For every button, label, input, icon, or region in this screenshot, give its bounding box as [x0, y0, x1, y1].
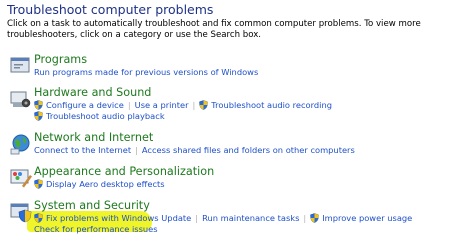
category-hardware-sound-title[interactable]: Hardware and Sound: [34, 86, 151, 99]
page-description: Click on a task to automatically trouble…: [7, 19, 421, 40]
shield-icon: [34, 100, 43, 110]
run-maintenance-tasks-link[interactable]: Run maintenance tasks: [202, 213, 299, 223]
system-security-icon: [10, 203, 32, 223]
programs-icon: [10, 57, 30, 73]
improve-power-usage-link[interactable]: Improve power usage: [322, 213, 412, 223]
shield-icon: [34, 111, 43, 121]
network-internet-icon: [10, 134, 30, 155]
shield-icon: [34, 179, 43, 189]
category-appearance-personalization-title[interactable]: Appearance and Personalization: [34, 165, 214, 178]
display-aero-effects-link[interactable]: Display Aero desktop effects: [46, 179, 165, 189]
separator: |: [303, 213, 307, 223]
shield-icon: [310, 213, 319, 223]
use-printer-link[interactable]: Use a printer: [135, 100, 189, 110]
run-programs-previous-windows-link[interactable]: Run programs made for previous versions …: [34, 67, 258, 77]
separator: |: [127, 100, 131, 110]
check-performance-issues-link[interactable]: Check for performance issues: [34, 224, 158, 234]
shield-icon: [199, 100, 209, 110]
connect-internet-link[interactable]: Connect to the Internet: [34, 145, 131, 155]
appearance-personalization-icon: [10, 169, 32, 188]
separator: |: [195, 213, 199, 223]
page-title: Troubleshoot computer problems: [7, 2, 214, 17]
category-system-security-title[interactable]: System and Security: [34, 199, 150, 212]
separator: |: [192, 100, 196, 110]
fix-windows-update-link[interactable]: Fix problems with Windows Update: [46, 213, 191, 223]
category-programs-title[interactable]: Programs: [34, 53, 87, 66]
category-network-internet-title[interactable]: Network and Internet: [34, 131, 153, 144]
troubleshoot-audio-playback-link[interactable]: Troubleshoot audio playback: [46, 111, 165, 121]
hardware-sound-icon: [10, 91, 31, 108]
troubleshoot-audio-recording-link[interactable]: Troubleshoot audio recording: [211, 100, 332, 110]
shield-icon: [34, 213, 43, 223]
configure-device-link[interactable]: Configure a device: [46, 100, 124, 110]
separator: |: [135, 145, 138, 155]
access-shared-files-link[interactable]: Access shared files and folders on other…: [142, 145, 355, 155]
